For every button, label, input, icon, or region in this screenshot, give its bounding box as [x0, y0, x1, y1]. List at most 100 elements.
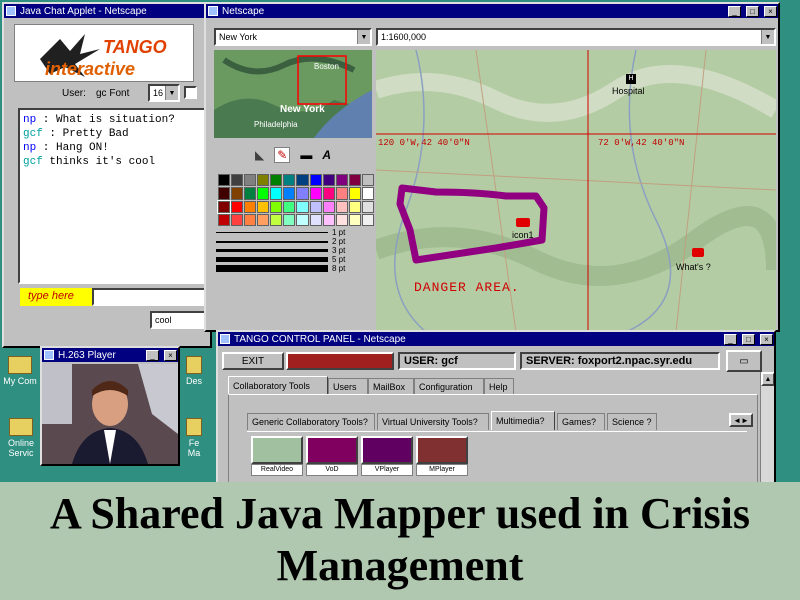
palette-swatch[interactable]: [283, 187, 296, 200]
palette-swatch[interactable]: [322, 213, 335, 226]
palette-swatch[interactable]: [283, 200, 296, 213]
hospital-icon[interactable]: H: [626, 74, 636, 84]
h263-titlebar[interactable]: H.263 Player _ ×: [42, 348, 178, 362]
tool-mplayer[interactable]: MPlayer: [416, 436, 468, 478]
line-width-option[interactable]: 2 pt: [216, 237, 358, 246]
close-icon[interactable]: ×: [764, 5, 777, 17]
palette-swatch[interactable]: [231, 174, 244, 187]
tab-users[interactable]: Users: [328, 378, 368, 395]
palette-swatch[interactable]: [348, 174, 361, 187]
chat-input[interactable]: [92, 288, 206, 306]
palette-swatch[interactable]: [296, 174, 309, 187]
palette-swatch[interactable]: [309, 200, 322, 213]
desktop-icon-my-computer[interactable]: My Com: [2, 356, 38, 396]
palette-swatch[interactable]: [283, 174, 296, 187]
chat-titlebar[interactable]: Java Chat Applet - Netscape: [4, 4, 210, 18]
maximize-icon[interactable]: □: [746, 5, 759, 17]
subtab-4[interactable]: Science ?: [607, 413, 657, 430]
palette-swatch[interactable]: [361, 213, 374, 226]
palette-swatch[interactable]: [218, 187, 231, 200]
subtab-0[interactable]: Generic Collaboratory Tools?: [247, 413, 375, 430]
line-width-option[interactable]: 3 pt: [216, 246, 358, 255]
exit-button[interactable]: EXIT: [222, 352, 284, 370]
cool-select[interactable]: cool: [150, 311, 208, 329]
palette-swatch[interactable]: [335, 200, 348, 213]
palette-swatch[interactable]: [270, 200, 283, 213]
palette-swatch[interactable]: [257, 187, 270, 200]
map-titlebar[interactable]: Netscape _ □ ×: [206, 4, 778, 18]
palette-swatch[interactable]: [244, 213, 257, 226]
palette-swatch[interactable]: [218, 174, 231, 187]
palette-swatch[interactable]: [322, 174, 335, 187]
desktop-icon-online-services[interactable]: Online Servic: [2, 418, 40, 464]
location-select[interactable]: New York ▼: [214, 28, 372, 46]
vertical-scrollbar[interactable]: ▲: [760, 372, 774, 488]
line-width-option[interactable]: 5 pt: [216, 255, 358, 264]
palette-swatch[interactable]: [309, 213, 322, 226]
tab-collaboratory-tools[interactable]: Collaboratory Tools: [228, 376, 328, 395]
palette-swatch[interactable]: [348, 187, 361, 200]
palette-swatch[interactable]: [335, 174, 348, 187]
palette-swatch[interactable]: [361, 187, 374, 200]
scroll-up-icon[interactable]: ▲: [761, 372, 774, 386]
truck-icon[interactable]: [516, 218, 530, 227]
pen-tool-icon[interactable]: ✎: [274, 147, 291, 163]
palette-swatch[interactable]: [322, 187, 335, 200]
tab-help[interactable]: Help: [484, 378, 514, 395]
palette-swatch[interactable]: [257, 174, 270, 187]
close-icon[interactable]: ×: [164, 349, 177, 361]
palette-swatch[interactable]: [270, 213, 283, 226]
palette-swatch[interactable]: [231, 200, 244, 213]
subtab-2[interactable]: Multimedia?: [491, 411, 555, 430]
control-panel-titlebar[interactable]: TANGO CONTROL PANEL - Netscape _ □ ×: [218, 332, 774, 346]
palette-swatch[interactable]: [361, 200, 374, 213]
main-map[interactable]: 120 0'W,42 40'0"N 72 0'W,42 40'0"N H Hos…: [376, 50, 776, 330]
palette-swatch[interactable]: [231, 187, 244, 200]
line-width-option[interactable]: 1 pt: [216, 228, 358, 237]
tango-red-button[interactable]: [286, 352, 394, 370]
fire-truck-icon[interactable]: [692, 248, 704, 257]
palette-swatch[interactable]: [270, 174, 283, 187]
palette-swatch[interactable]: [216, 199, 232, 214]
palette-swatch[interactable]: [296, 213, 309, 226]
palette-swatch[interactable]: [296, 187, 309, 200]
palette-swatch[interactable]: [244, 174, 257, 187]
text-tool-icon[interactable]: A: [322, 148, 331, 162]
close-icon[interactable]: ×: [760, 333, 773, 345]
scale-select[interactable]: 1:1600,000 ▼: [376, 28, 776, 46]
desktop-icon-des[interactable]: Des: [182, 356, 206, 396]
tool-vplayer[interactable]: VPlayer: [361, 436, 413, 478]
desktop-icon-fe[interactable]: Fe Ma: [182, 418, 206, 464]
line-width-option[interactable]: 8 pt: [216, 264, 358, 273]
palette-swatch[interactable]: [231, 213, 244, 226]
tool-realvideo[interactable]: RealVideo: [251, 436, 303, 478]
subtab-scroll-right-icon[interactable]: ◄►: [729, 413, 753, 427]
palette-swatch[interactable]: [309, 174, 322, 187]
palette-swatch[interactable]: [283, 213, 296, 226]
pointer-tool-icon[interactable]: ◣: [255, 148, 264, 162]
palette-swatch[interactable]: [244, 187, 257, 200]
palette-swatch[interactable]: [335, 187, 348, 200]
palette-swatch[interactable]: [335, 213, 348, 226]
truck-tool-icon[interactable]: ▬: [300, 148, 312, 162]
tab-configuration[interactable]: Configuration: [414, 378, 484, 395]
palette-swatch[interactable]: [309, 187, 322, 200]
palette-swatch[interactable]: [348, 200, 361, 213]
font-size-select[interactable]: 16 ▼: [148, 84, 180, 102]
palette-swatch[interactable]: [361, 174, 374, 187]
overview-map[interactable]: Boston New York Philadelphia: [214, 50, 372, 138]
palette-swatch[interactable]: [244, 200, 257, 213]
tool-vod[interactable]: VoD: [306, 436, 358, 478]
minimize-icon[interactable]: _: [146, 349, 159, 361]
palette-swatch[interactable]: [270, 187, 283, 200]
subtab-1[interactable]: Virtual University Tools?: [377, 413, 489, 430]
palette-swatch[interactable]: [257, 213, 270, 226]
toggle-checkbox[interactable]: [184, 86, 197, 99]
palette-swatch[interactable]: [296, 200, 309, 213]
palette-swatch[interactable]: [348, 213, 361, 226]
maximize-icon[interactable]: □: [742, 333, 755, 345]
tab-mailbox[interactable]: MailBox: [368, 378, 414, 395]
palette-swatch[interactable]: [322, 200, 335, 213]
minimize-icon[interactable]: _: [724, 333, 737, 345]
subtab-3[interactable]: Games?: [557, 413, 605, 430]
